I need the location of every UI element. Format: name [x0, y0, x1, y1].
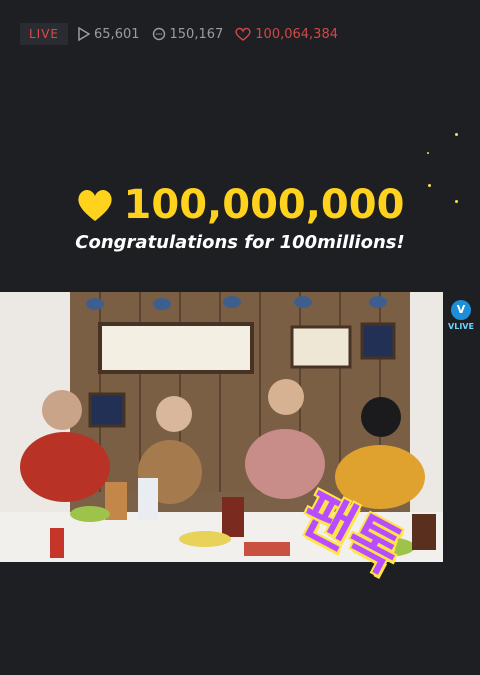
live-status-bar: LIVE 65,601 150,167 100,064,384: [20, 22, 350, 46]
heart-icon: [77, 189, 112, 221]
heart-count: 100,064,384: [235, 27, 338, 42]
vlive-v-icon: V: [451, 300, 471, 320]
sparkle-decoration: [427, 152, 429, 154]
congrats-message: Congratulations for 100millions!: [75, 232, 405, 253]
play-count-value: 65,601: [94, 26, 140, 42]
heart-icon: [235, 27, 251, 41]
live-badge: LIVE: [20, 23, 69, 45]
comment-count-value: 150,167: [169, 26, 224, 42]
vlive-logo: V VLIVE: [447, 300, 475, 331]
comment-count: 150,167: [152, 26, 224, 42]
milestone-count-value: 100,000,000: [123, 182, 405, 228]
play-count: 65,601: [78, 27, 140, 42]
sparkle-decoration: [455, 133, 458, 136]
milestone-count: 100,000,000: [0, 182, 480, 228]
play-icon: [78, 27, 91, 41]
vlive-logo-text: VLIVE: [448, 322, 474, 331]
comment-icon: [152, 27, 165, 41]
heart-count-value: 100,064,384: [255, 26, 338, 42]
